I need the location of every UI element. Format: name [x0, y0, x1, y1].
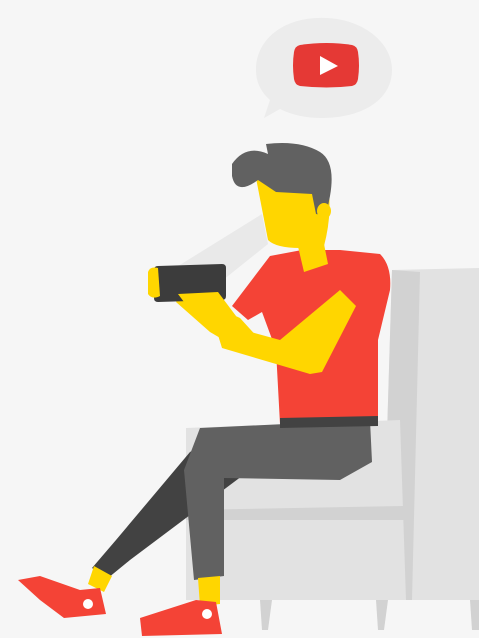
illustration [0, 0, 479, 638]
play-button-icon [293, 43, 359, 88]
illustration-canvas [18, 17, 479, 636]
